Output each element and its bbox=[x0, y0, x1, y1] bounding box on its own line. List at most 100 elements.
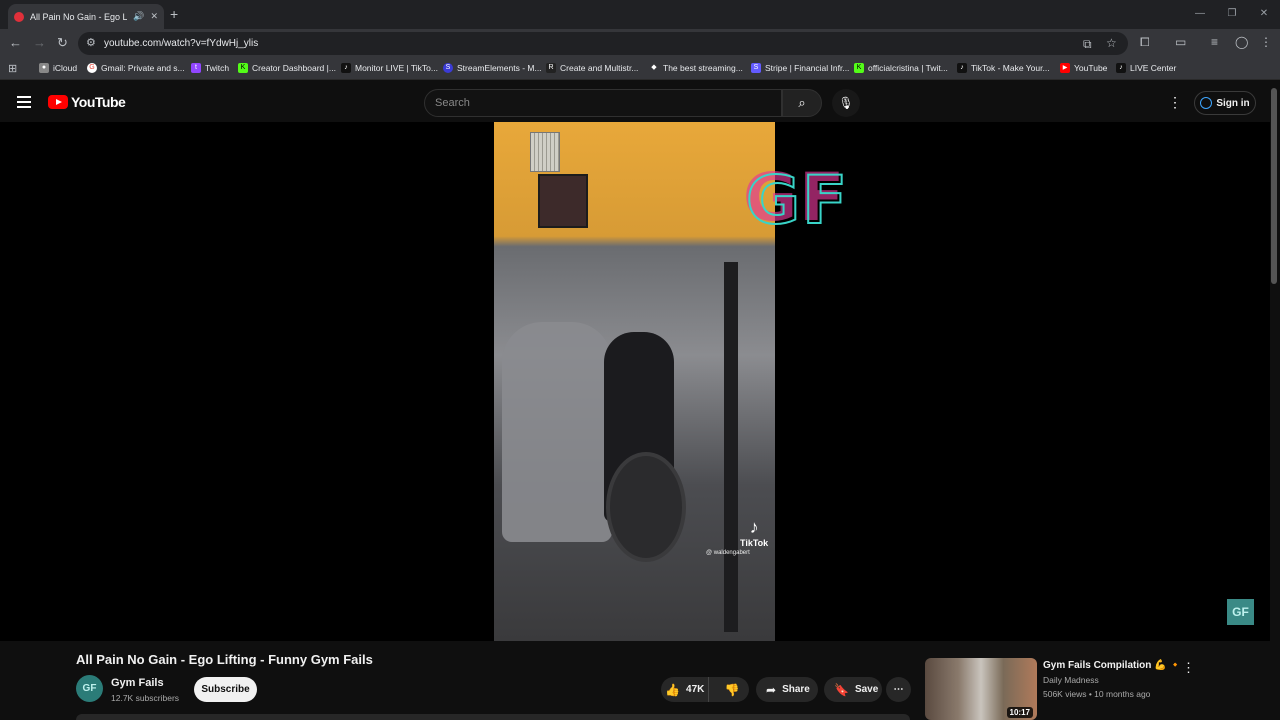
microphone-icon: 🎙 bbox=[838, 96, 854, 110]
apple-icon: ● bbox=[39, 63, 49, 73]
address-url: youtube.com/watch?v=fYdwHj_ylis bbox=[104, 38, 259, 49]
bookmark-item[interactable]: K Creator Dashboard |... bbox=[238, 63, 336, 73]
extensions-icon[interactable]: ⧠ bbox=[1140, 35, 1150, 50]
kick-icon: K bbox=[854, 63, 864, 73]
minimize-icon[interactable]: — bbox=[1184, 0, 1216, 29]
more-horizontal-icon: ⋯ bbox=[893, 684, 904, 695]
channel-name[interactable]: Gym Fails bbox=[111, 677, 164, 689]
bookmark-item[interactable]: G Gmail: Private and s... bbox=[87, 63, 185, 73]
site-info-icon[interactable]: ⚙ bbox=[86, 36, 96, 49]
voice-search-button[interactable]: 🎙 bbox=[832, 89, 860, 117]
youtube-header: YouTube Search ⌕ 🎙 ⋮ Sign in bbox=[0, 84, 1280, 122]
tiktok-username: @ waldengabert bbox=[706, 550, 750, 556]
bookmark-item[interactable]: ● iCloud bbox=[39, 63, 77, 73]
tiktok-icon: ♪ bbox=[749, 517, 759, 537]
account-icon bbox=[1200, 97, 1213, 109]
share-button[interactable]: ➦ Share bbox=[756, 677, 818, 702]
media-controls-icon[interactable]: ≡ bbox=[1211, 35, 1218, 49]
youtube-play-icon bbox=[48, 95, 68, 109]
address-bar[interactable]: ⚙ youtube.com/watch?v=fYdwHj_ylis ⧉ ☆ bbox=[78, 32, 1128, 55]
apps-grid-icon[interactable]: ⊞ bbox=[8, 62, 17, 75]
bookmark-item[interactable]: t Twitch bbox=[191, 63, 229, 73]
recommended-video-meta: 506K views • 10 months ago bbox=[1043, 689, 1151, 699]
tab-title: All Pain No Gain - Ego Lifti bbox=[30, 11, 128, 22]
more-actions-button[interactable]: ⋯ bbox=[886, 677, 911, 702]
video-player[interactable]: ♪ TikTok @ waldengabert GF GF bbox=[0, 122, 1270, 641]
share-label: Share bbox=[782, 684, 810, 695]
bookmark-item[interactable]: ▶ YouTube bbox=[1060, 63, 1107, 73]
subscribe-button[interactable]: Subscribe bbox=[194, 677, 257, 702]
search-input[interactable]: Search bbox=[424, 89, 782, 117]
search-icon: ⌕ bbox=[798, 95, 806, 110]
sign-in-label: Sign in bbox=[1216, 97, 1250, 109]
close-window-icon[interactable]: ✕ bbox=[1248, 0, 1280, 29]
thumbs-down-icon: 👎 bbox=[724, 682, 740, 697]
dislike-button[interactable]: 👎 bbox=[715, 683, 749, 697]
bookmark-item[interactable]: ♪ Monitor LIVE | TikTo... bbox=[341, 63, 438, 73]
bookmark-item[interactable]: S StreamElements - M... bbox=[443, 63, 542, 73]
channel-avatar[interactable]: GF bbox=[76, 675, 103, 702]
subscriber-count: 12.7K subscribers bbox=[111, 693, 180, 703]
tiktok-icon: ♪ bbox=[341, 63, 351, 73]
recommended-video-thumbnail[interactable]: 10:17 bbox=[925, 658, 1037, 720]
browser-tab-active[interactable]: All Pain No Gain - Ego Lifti 🔊 ✕ bbox=[8, 4, 164, 29]
forward-arrow-icon[interactable]: → bbox=[33, 35, 46, 50]
tiktok-watermark: ♪ TikTok bbox=[740, 517, 768, 548]
install-app-icon[interactable]: ⧉ bbox=[1083, 37, 1092, 52]
youtube-logo[interactable]: YouTube bbox=[48, 94, 126, 110]
recommended-channel[interactable]: Daily Madness bbox=[1043, 675, 1099, 685]
speaker-icon[interactable]: 🔊 bbox=[133, 11, 144, 22]
browser-tab-strip: All Pain No Gain - Ego Lifti 🔊 ✕ + — ❐ ✕ bbox=[0, 0, 1280, 29]
back-arrow-icon[interactable]: ← bbox=[9, 35, 22, 50]
reload-icon[interactable]: ↻ bbox=[57, 35, 68, 51]
browser-menu-icon[interactable]: ⋮ bbox=[1260, 35, 1272, 49]
browser-toolbar: ← → ↻ ⚙ youtube.com/watch?v=fYdwHj_ylis … bbox=[0, 29, 1280, 58]
restream-icon: R bbox=[546, 63, 556, 73]
bookmark-item[interactable]: ♪ TikTok - Make Your... bbox=[957, 63, 1050, 73]
tiktok-icon: ♪ bbox=[957, 63, 967, 73]
window-controls: — ❐ ✕ bbox=[1184, 0, 1280, 29]
streamelements-icon: S bbox=[443, 63, 453, 73]
video-frame[interactable]: ♪ TikTok @ waldengabert bbox=[494, 122, 775, 641]
side-panel-icon[interactable]: ▭ bbox=[1175, 35, 1186, 49]
channel-brand-overlay: GF bbox=[745, 162, 850, 239]
save-button[interactable]: 🔖 Save bbox=[824, 677, 882, 702]
gym-poster bbox=[538, 174, 588, 228]
bookmark-item[interactable]: Kofficialcristina | Twit... bbox=[854, 63, 948, 73]
bookmark-star-icon[interactable]: ☆ bbox=[1106, 36, 1117, 50]
save-label: Save bbox=[854, 684, 879, 695]
youtube-favicon-icon bbox=[14, 11, 24, 22]
close-tab-icon[interactable]: ✕ bbox=[150, 11, 158, 22]
sign-in-button[interactable]: Sign in bbox=[1194, 91, 1256, 115]
profile-icon[interactable]: ◯ bbox=[1235, 35, 1248, 49]
search-button[interactable]: ⌕ bbox=[782, 89, 822, 117]
recommended-video-title[interactable]: Gym Fails Compilation 💪 🔸 bbox=[1043, 660, 1182, 671]
kick-icon: K bbox=[238, 63, 248, 73]
google-icon: G bbox=[87, 63, 97, 73]
bookmark-item[interactable]: R Create and Multistr... bbox=[546, 63, 638, 73]
diamond-icon: ◆ bbox=[651, 64, 657, 71]
gym-window bbox=[530, 132, 560, 172]
like-button[interactable]: 👍 47K bbox=[661, 677, 710, 702]
twitch-icon: t bbox=[191, 63, 201, 73]
squat-rack bbox=[724, 262, 738, 632]
hamburger-menu-icon[interactable] bbox=[17, 96, 31, 108]
youtube-icon: ▶ bbox=[1060, 63, 1070, 73]
channel-watermark[interactable]: GF bbox=[1227, 599, 1254, 625]
settings-more-icon[interactable]: ⋮ bbox=[1168, 94, 1182, 111]
like-count: 47K bbox=[686, 684, 705, 695]
bookmark-item[interactable]: S Stripe | Financial Infr... bbox=[751, 63, 849, 73]
bookmarks-bar: ⊞ ● iCloud G Gmail: Private and s... t Twit… bbox=[0, 58, 1280, 80]
weight-plate bbox=[606, 452, 686, 562]
recommendation-more-icon[interactable]: ⋮ bbox=[1182, 660, 1195, 676]
lifter-figure bbox=[502, 322, 612, 542]
new-tab-icon[interactable]: + bbox=[170, 6, 178, 22]
bookmark-icon: 🔖 bbox=[834, 682, 849, 697]
share-arrow-icon: ➦ bbox=[766, 682, 777, 697]
description-box[interactable] bbox=[76, 714, 910, 720]
page-scrollbar[interactable] bbox=[1271, 88, 1277, 284]
bookmark-item[interactable]: ♪ LIVE Center bbox=[1116, 63, 1176, 73]
bookmark-item[interactable]: ◆ The best streaming... bbox=[649, 63, 743, 73]
restore-icon[interactable]: ❐ bbox=[1216, 0, 1248, 29]
youtube-wordmark: YouTube bbox=[71, 94, 126, 110]
